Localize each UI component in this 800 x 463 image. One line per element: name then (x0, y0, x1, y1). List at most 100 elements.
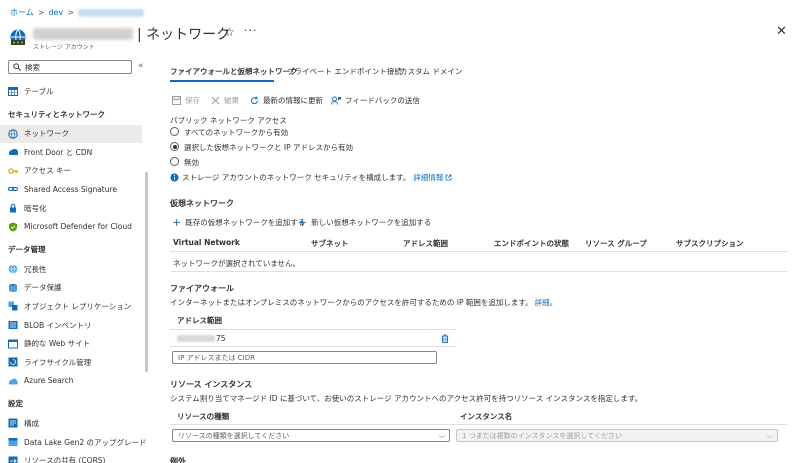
sidebar-item-label: 冗長性 (24, 264, 47, 274)
collapse-sidebar-icon[interactable]: « (138, 61, 144, 71)
search-icon (13, 63, 21, 71)
table-icon (8, 86, 18, 96)
front-door-icon (8, 147, 18, 157)
sidebar-item[interactable]: 冗長性 (0, 260, 142, 278)
sidebar-item[interactable]: Front Door と CDN (0, 143, 142, 161)
tab-custom-domain[interactable]: カスタム ドメイン (400, 66, 462, 77)
sidebar-item[interactable]: 構成 (0, 414, 142, 432)
globe-icon (8, 264, 18, 274)
sidebar-section-title: セキュリティとネットワーク (8, 109, 106, 119)
inventory-icon (8, 320, 18, 330)
discard-button[interactable]: 破棄 (211, 95, 239, 106)
divider (170, 329, 456, 330)
divider (170, 424, 788, 425)
sidebar-item-label: Azure Search (24, 376, 74, 386)
info-icon (170, 173, 179, 182)
page-subtitle: ストレージ アカウント (33, 44, 95, 51)
sidebar-item[interactable]: データ保護 (0, 279, 142, 297)
sidebar-scrollbar[interactable] (145, 172, 148, 372)
more-options-icon[interactable]: ··· (244, 24, 258, 37)
radio-button[interactable] (170, 142, 179, 151)
resource-type-select[interactable]: リソースの種類を選択してください ⌵ (172, 429, 450, 442)
save-icon (172, 96, 181, 105)
breadcrumb-resource-redacted[interactable] (77, 8, 144, 17)
sidebar-section-title: 設定 (8, 399, 23, 409)
column-endpoint-status: エンドポイントの状態 (494, 239, 569, 248)
exceptions-title: 例外 (170, 457, 186, 463)
info-line: ストレージ アカウントのネットワーク セキュリティを構成します。 詳細情報 (170, 172, 452, 183)
chevron-down-icon: ⌵ (766, 431, 773, 440)
tab-firewall-vnet[interactable]: ファイアウォールと仮想ネットワーク (170, 66, 298, 77)
search-input[interactable]: 検索 (8, 60, 132, 74)
sidebar-item[interactable]: Azure Search (0, 372, 142, 390)
sidebar-item[interactable]: リソースの共有 (CORS) (0, 452, 142, 463)
sidebar-item[interactable]: オブジェクト レプリケーション (0, 297, 142, 315)
radio-label[interactable]: 選択した仮想ネットワークと IP アドレスから有効 (184, 142, 353, 153)
sidebar: 検索 « テーブルセキュリティとネットワークネットワーク Front Door と… (0, 58, 146, 463)
ip-address-input[interactable]: IP アドレスまたは CIDR (172, 351, 437, 364)
add-existing-vnet-button[interactable]: + 既存の仮想ネットワークを追加する (172, 216, 305, 229)
sidebar-item[interactable]: BLOB インベントリ (0, 316, 142, 334)
close-icon[interactable]: ✕ (776, 24, 787, 39)
shield-icon (8, 222, 18, 232)
sidebar-item-label: ネットワーク (24, 129, 69, 139)
sidebar-item[interactable]: Shared Access Signature (0, 180, 142, 198)
sidebar-item[interactable]: 静的な Web サイト (0, 335, 142, 353)
address-range-header: アドレス範囲 (177, 316, 222, 325)
resource-type-header: リソースの種類 (177, 412, 230, 421)
refresh-button[interactable]: 最新の情報に更新 (250, 95, 323, 106)
sidebar-item-label: オブジェクト レプリケーション (24, 301, 132, 311)
sidebar-item-label: テーブル (24, 86, 54, 96)
firewall-details-link[interactable]: 詳細。 (535, 298, 558, 307)
radio-button[interactable] (170, 157, 179, 166)
replication-icon (8, 301, 18, 311)
sidebar-section-title: データ管理 (8, 245, 46, 255)
resource-instances-title: リソース インスタンス (170, 380, 253, 389)
plus-icon: + (298, 216, 308, 229)
instance-name-header: インスタンス名 (460, 412, 513, 421)
sidebar-item-label: Shared Access Signature (24, 184, 118, 194)
active-tab-indicator (170, 80, 274, 82)
key-icon (8, 166, 18, 176)
sidebar-item[interactable]: アクセス キー (0, 162, 142, 180)
save-button[interactable]: 保存 (172, 95, 200, 106)
feedback-button[interactable]: フィードバックの送信 (331, 95, 420, 106)
feedback-icon (331, 96, 341, 105)
add-new-vnet-button[interactable]: + 新しい仮想ネットワークを追加する (298, 216, 431, 229)
page-title: | ネットワーク (33, 24, 230, 44)
divider (170, 251, 788, 252)
sidebar-item[interactable]: テーブル (0, 82, 142, 100)
resource-instances-description: システム割り当てマネージド ID に基づいて、お使いのストレージ アカウントへの… (170, 394, 643, 403)
chevron-down-icon: ⌵ (438, 431, 445, 440)
radio-label[interactable]: 無効 (184, 157, 199, 168)
data-protection-icon (8, 283, 18, 293)
sidebar-item-label: BLOB インベントリ (24, 320, 92, 330)
radio-label[interactable]: すべてのネットワークから有効 (184, 127, 288, 138)
sidebar-item[interactable]: ネットワーク (0, 124, 142, 143)
vnet-empty-message: ネットワークが選択されていません。 (173, 259, 301, 268)
sidebar-item-label: リソースの共有 (CORS) (24, 456, 106, 463)
vnet-section-title: 仮想ネットワーク (170, 199, 234, 208)
sidebar-item[interactable]: ライフサイクル管理 (0, 353, 142, 371)
more-info-link[interactable]: 詳細情報 (413, 172, 443, 183)
link-icon (8, 184, 18, 194)
tab-private-endpoint[interactable]: プライベート エンドポイント接続 (287, 66, 402, 77)
instance-name-select[interactable]: 1 つまたは複数のインスタンスを選択してください ⌵ (456, 429, 778, 442)
delete-trash-icon[interactable] (441, 334, 449, 343)
sidebar-item[interactable]: 暗号化 (0, 199, 142, 217)
firewall-description: インターネットまたはオンプレミスのネットワークからのアクセスを許可するための I… (170, 298, 558, 307)
sidebar-item-label: 暗号化 (24, 203, 47, 213)
radio-button[interactable] (170, 127, 179, 136)
lock-icon (8, 203, 18, 213)
sidebar-item-label: アクセス キー (24, 166, 72, 176)
divider (170, 346, 456, 347)
external-link-icon (446, 174, 452, 181)
sidebar-item[interactable]: Microsoft Defender for Cloud (0, 218, 142, 236)
sidebar-item[interactable]: Data Lake Gen2 のアップグレード (0, 433, 146, 451)
website-icon (8, 339, 18, 349)
breadcrumb-dev[interactable]: dev (48, 8, 63, 17)
breadcrumb-home[interactable]: ホーム (10, 8, 34, 17)
favorite-star-icon[interactable]: ☆ (224, 25, 235, 39)
breadcrumb: ホーム > dev > (10, 7, 144, 18)
sidebar-item-label: 構成 (24, 418, 39, 428)
